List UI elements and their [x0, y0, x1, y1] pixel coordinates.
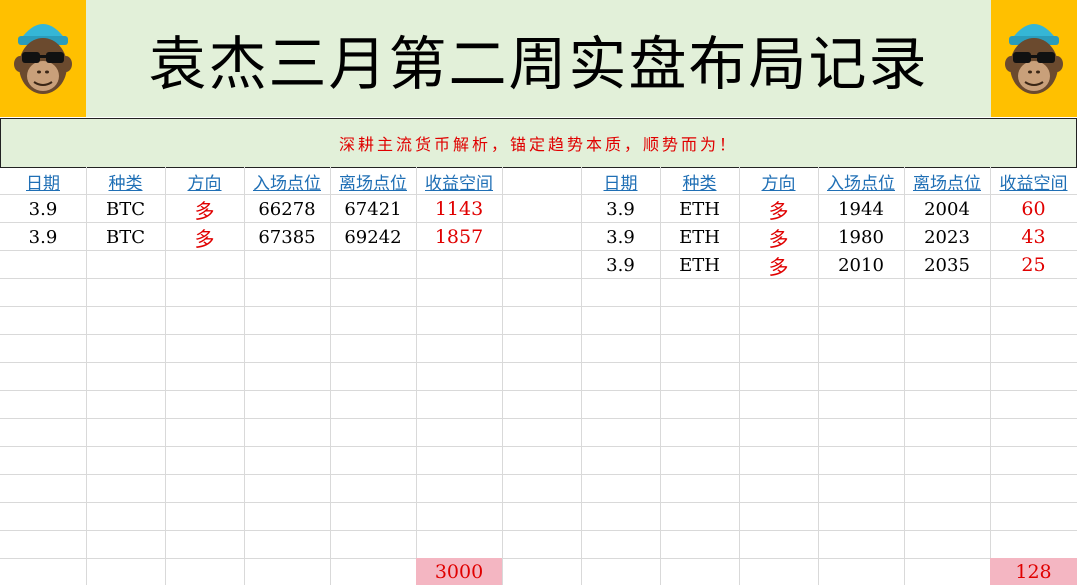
right-row3-profit[interactable]: 25 [990, 251, 1077, 279]
left-row2-asset[interactable]: BTC [86, 223, 165, 251]
right-row1-direction[interactable]: 多 [739, 195, 818, 223]
right-header-profit[interactable]: 收益空间 [990, 167, 1077, 195]
right-row2-direction[interactable]: 多 [739, 223, 818, 251]
right-row1-date[interactable]: 3.9 [581, 195, 660, 223]
left-row2-profit[interactable]: 1857 [416, 223, 502, 251]
right-row1-profit[interactable]: 60 [990, 195, 1077, 223]
left-row2-direction[interactable]: 多 [165, 223, 244, 251]
left-header-profit[interactable]: 收益空间 [416, 167, 502, 195]
right-header-direction[interactable]: 方向 [739, 167, 818, 195]
right-row1-asset[interactable]: ETH [660, 195, 739, 223]
spreadsheet-grid: 日期 种类 方向 入场点位 离场点位 收益空间 3.9 BTC 多 66278 … [0, 167, 1077, 585]
left-row1-direction[interactable]: 多 [165, 195, 244, 223]
header-band: 袁杰三月第二周实盘布局记录 [0, 0, 1077, 117]
left-header-exit[interactable]: 离场点位 [330, 167, 416, 195]
grid-line [0, 530, 1077, 531]
grid-line [0, 362, 1077, 363]
right-header-type[interactable]: 种类 [660, 167, 739, 195]
right-row2-profit[interactable]: 43 [990, 223, 1077, 251]
right-row3-asset[interactable]: ETH [660, 251, 739, 279]
left-row1-exit[interactable]: 67421 [330, 195, 416, 223]
left-header-type[interactable]: 种类 [86, 167, 165, 195]
left-row1-date[interactable]: 3.9 [0, 195, 86, 223]
right-row2-exit[interactable]: 2023 [904, 223, 990, 251]
grid-line [0, 306, 1077, 307]
left-row2-exit[interactable]: 69242 [330, 223, 416, 251]
right-row1-exit[interactable]: 2004 [904, 195, 990, 223]
grid-line [0, 446, 1077, 447]
right-header-exit[interactable]: 离场点位 [904, 167, 990, 195]
left-header-date[interactable]: 日期 [0, 167, 86, 195]
right-row3-date[interactable]: 3.9 [581, 251, 660, 279]
left-total-profit[interactable]: 3000 [416, 558, 502, 585]
grid-line [502, 167, 503, 585]
page-title: 袁杰三月第二周实盘布局记录 [148, 29, 929, 98]
left-row1-profit[interactable]: 1143 [416, 195, 502, 223]
left-row2-date[interactable]: 3.9 [0, 223, 86, 251]
right-total-profit[interactable]: 128 [990, 558, 1077, 585]
slogan-banner: 深耕主流货币解析，锚定趋势本质，顺势而为！ [0, 118, 1077, 168]
right-row3-direction[interactable]: 多 [739, 251, 818, 279]
right-header-date[interactable]: 日期 [581, 167, 660, 195]
right-header-entry[interactable]: 入场点位 [818, 167, 904, 195]
logo-right [991, 0, 1077, 117]
right-row1-entry[interactable]: 1944 [818, 195, 904, 223]
grid-line [0, 502, 1077, 503]
right-row2-entry[interactable]: 1980 [818, 223, 904, 251]
left-row1-asset[interactable]: BTC [86, 195, 165, 223]
logo-left [0, 0, 86, 117]
left-row1-entry[interactable]: 66278 [244, 195, 330, 223]
right-row2-asset[interactable]: ETH [660, 223, 739, 251]
grid-line [0, 418, 1077, 419]
monkey-logo-icon [1005, 24, 1063, 94]
grid-line [0, 474, 1077, 475]
right-row3-entry[interactable]: 2010 [818, 251, 904, 279]
grid-line [0, 334, 1077, 335]
right-row2-date[interactable]: 3.9 [581, 223, 660, 251]
left-header-entry[interactable]: 入场点位 [244, 167, 330, 195]
left-header-direction[interactable]: 方向 [165, 167, 244, 195]
left-row2-entry[interactable]: 67385 [244, 223, 330, 251]
grid-line [0, 390, 1077, 391]
grid-line [0, 558, 1077, 559]
monkey-logo-icon [14, 24, 72, 94]
right-row3-exit[interactable]: 2035 [904, 251, 990, 279]
